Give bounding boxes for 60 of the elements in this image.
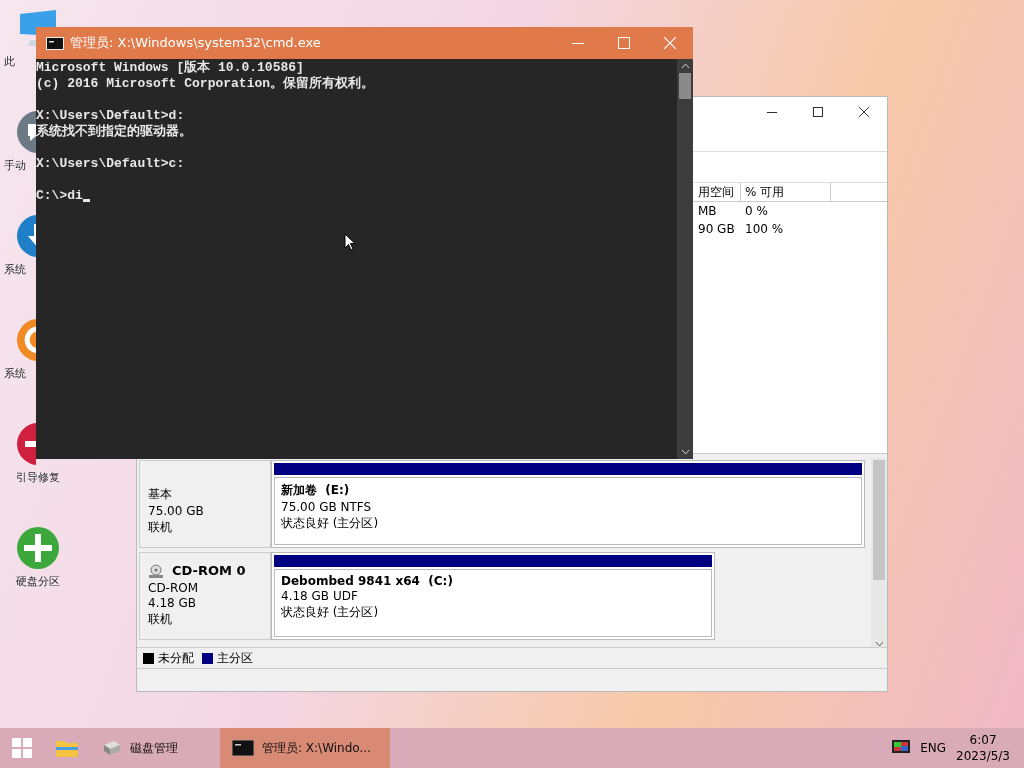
column-header[interactable]: % 可用 — [741, 183, 831, 201]
scrollbar[interactable] — [677, 59, 693, 459]
console-icon — [46, 36, 64, 50]
disk-detail: 4.18 GB — [148, 596, 198, 610]
legend-label: 主分区 — [217, 649, 253, 667]
clock[interactable]: 6:07 2023/5/3 — [956, 732, 1010, 764]
disk-detail: 基本 — [148, 486, 173, 503]
console-line: X:\Users\Default>c: — [36, 156, 185, 172]
taskbar-button[interactable]: 磁盘管理 — [90, 728, 220, 768]
partition-block[interactable]: 新加卷 (E:) 75.00 GB NTFS 状态良好 (主分区) — [271, 460, 865, 548]
desktop-icon-label[interactable]: 手动 — [4, 158, 26, 173]
taskbar-button[interactable]: 管理员: X:\Windo... — [220, 728, 390, 768]
close-icon — [664, 37, 676, 49]
language-indicator[interactable]: ENG — [920, 741, 947, 755]
partition-name: Debombed 9841 x64 (C:) — [281, 574, 454, 588]
disk-detail: CD-ROM — [148, 581, 200, 595]
table-cell-text: MB — [697, 204, 718, 218]
window-title: 管理员: X:\Windows\system32\cmd.exe — [70, 34, 322, 52]
partition-size: 4.18 GB UDF — [281, 589, 359, 603]
console-icon — [232, 740, 254, 756]
disk-detail: 联机 — [148, 611, 173, 628]
column-header[interactable]: 用空间 — [694, 183, 741, 201]
table-cell-text: 100 % — [744, 222, 785, 236]
scrollbar-thumb[interactable] — [679, 73, 691, 99]
mouse-pointer-icon — [344, 233, 356, 251]
folder-icon — [56, 739, 78, 757]
disk-detail: 75.00 GB — [148, 504, 205, 518]
desktop-icon-label[interactable]: 引导修复 — [0, 470, 76, 485]
disk-drive-icon — [102, 739, 122, 757]
windows-logo-icon — [12, 738, 32, 758]
maximize-icon — [618, 37, 630, 49]
disk-name: CD-ROM 0 — [172, 563, 246, 578]
scrollbar[interactable] — [871, 458, 887, 647]
console-line: X:\Users\Default>d: — [36, 108, 185, 124]
console-line: C:\>di — [36, 188, 83, 204]
cd-drive-icon — [148, 563, 164, 578]
partition-size: 75.00 GB NTFS — [281, 500, 373, 514]
color-display-icon[interactable] — [892, 740, 911, 756]
desktop-icon-label[interactable]: 系统 — [4, 366, 26, 381]
desktop-icon-label[interactable]: 硬盘分区 — [0, 574, 76, 589]
legend-label: 未分配 — [158, 649, 194, 667]
scroll-down-icon — [874, 641, 884, 647]
console-line: 系统找不到指定的驱动器。 — [36, 124, 192, 140]
partition-status: 状态良好 (主分区) — [281, 604, 380, 621]
text-cursor — [82, 199, 90, 202]
plus-icon[interactable] — [16, 526, 60, 570]
desktop-icon-label[interactable]: 系统 — [4, 262, 26, 277]
partition-status: 状态良好 (主分区) — [281, 515, 380, 532]
console-line: Microsoft Windows [版本 10.0.10586] — [36, 60, 304, 76]
console-line: (c) 2016 Microsoft Corporation。保留所有权利。 — [36, 76, 375, 92]
scroll-down-icon — [680, 449, 690, 455]
table-cell-text: 90 GB — [697, 222, 736, 236]
desktop-icon-label[interactable]: 此 — [4, 54, 15, 69]
disk-detail: 联机 — [148, 519, 173, 536]
partition-name: 新加卷 (E:) — [281, 482, 351, 499]
partition-block[interactable]: Debombed 9841 x64 (C:) 4.18 GB UDF 状态良好 (主分区) — [271, 552, 715, 640]
scroll-up-icon — [680, 63, 690, 69]
maximize-icon — [813, 107, 823, 117]
close-icon — [859, 107, 869, 117]
table-cell-text: 0 % — [744, 204, 769, 218]
